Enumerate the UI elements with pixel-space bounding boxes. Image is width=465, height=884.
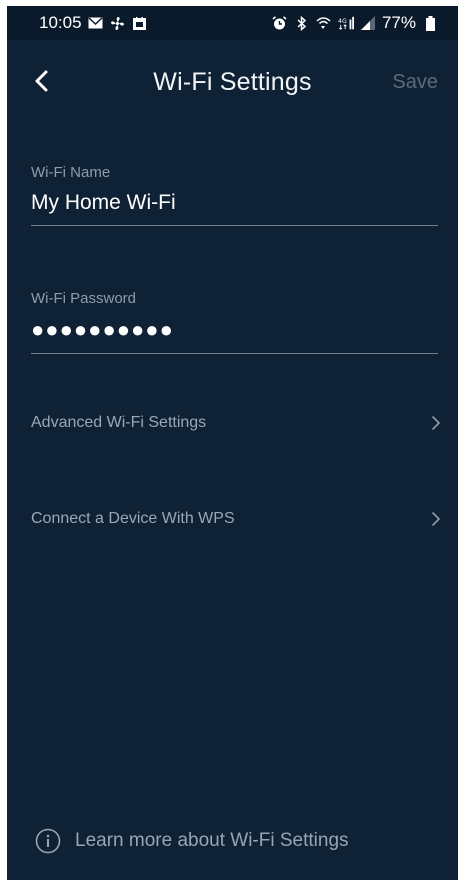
status-bar-right: 4G 77% [272, 13, 438, 33]
wifi-name-label: Wi-Fi Name [31, 164, 111, 181]
wifi-call-icon [316, 15, 332, 31]
page-title: Wi-Fi Settings [153, 68, 312, 96]
connect-device-wps-row[interactable]: Connect a Device With WPS [31, 504, 441, 534]
svg-text:4G: 4G [338, 18, 347, 25]
battery-percent: 77% [381, 13, 416, 32]
learn-more-link[interactable]: Learn more about Wi-Fi Settings [35, 828, 349, 854]
app-screen: 10:05 4G 77% Wi-Fi Settings Save Wi-Fi N… [7, 6, 458, 880]
calendar-icon [132, 15, 148, 31]
wifi-password-field[interactable]: Wi-Fi Password ●●●●●●●●●● [31, 290, 438, 354]
mail-icon [88, 15, 104, 31]
signal-icon [360, 15, 376, 31]
nav-header: Wi-Fi Settings Save [7, 58, 458, 108]
status-bar: 10:05 4G 77% [7, 6, 458, 40]
lte-icon: 4G [338, 15, 354, 31]
learn-more-text: Learn more about Wi-Fi Settings [75, 830, 349, 851]
wifi-password-label: Wi-Fi Password [31, 290, 137, 307]
status-bar-left: 10:05 [39, 13, 148, 33]
save-button[interactable]: Save [392, 71, 438, 94]
advanced-wifi-settings-label: Advanced Wi-Fi Settings [31, 414, 207, 431]
wifi-name-input[interactable]: My Home Wi-Fi [31, 191, 438, 225]
advanced-wifi-settings-row[interactable]: Advanced Wi-Fi Settings [31, 408, 441, 438]
info-icon [35, 828, 61, 854]
wifi-password-input[interactable]: ●●●●●●●●●● [31, 317, 438, 353]
fan-icon [110, 15, 126, 31]
connect-device-wps-label: Connect a Device With WPS [31, 510, 235, 527]
bluetooth-icon [294, 15, 310, 31]
battery-icon [422, 15, 438, 31]
chevron-right-icon [432, 416, 440, 430]
chevron-right-icon [432, 512, 440, 526]
alarm-icon [272, 15, 288, 31]
wifi-name-field[interactable]: Wi-Fi Name My Home Wi-Fi [31, 164, 438, 226]
status-time: 10:05 [39, 13, 82, 32]
